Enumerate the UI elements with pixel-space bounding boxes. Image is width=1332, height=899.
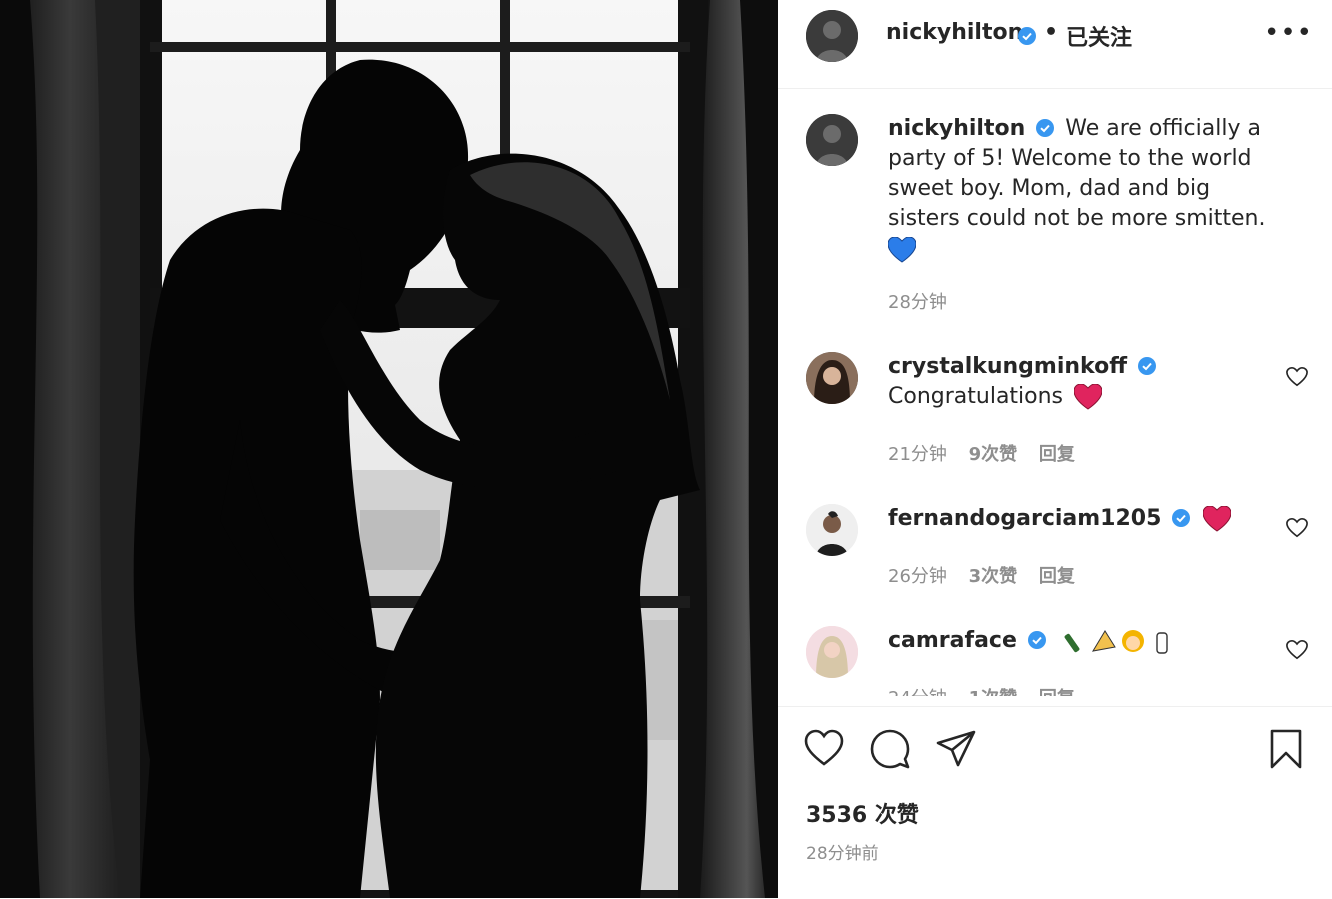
comment-avatar[interactable] <box>806 504 858 556</box>
caption-username[interactable]: nickyhilton <box>888 116 1025 141</box>
silhouette-photo <box>0 0 778 898</box>
comment-3: camraface <box>888 626 1179 656</box>
red-heart-icon <box>1074 384 1103 410</box>
post-side-panel: nickyhilton • 已关注 ••• nickyhilton We are… <box>778 0 1332 898</box>
author-avatar[interactable] <box>806 10 858 62</box>
instagram-post-view: nickyhilton • 已关注 ••• nickyhilton We are… <box>0 0 1332 898</box>
comment-2: fernandogarciam1205 <box>888 504 1232 534</box>
more-horizontal-icon: ••• <box>1264 18 1314 48</box>
comment-1-meta: 21分钟 9次赞 回复 <box>888 440 1091 466</box>
caption-time: 28分钟 <box>888 292 947 313</box>
comment-likes[interactable]: 9次赞 <box>969 444 1018 465</box>
red-heart-icon <box>1203 506 1232 532</box>
comment-username[interactable]: fernandogarciam1205 <box>888 506 1161 531</box>
header-separator: • <box>1044 20 1059 45</box>
save-bookmark-icon[interactable] <box>1266 729 1306 769</box>
comment-reply-button[interactable]: 回复 <box>1039 688 1075 696</box>
comment-username[interactable]: crystalkungminkoff <box>888 354 1127 379</box>
like-comment-heart-icon[interactable] <box>1286 366 1308 388</box>
comment-avatar[interactable] <box>806 352 858 404</box>
comment-3-meta: 24分钟 1次赞 回复 <box>888 684 1091 696</box>
comment-bubble-icon[interactable] <box>870 729 910 769</box>
comment-time: 26分钟 <box>888 566 947 587</box>
follow-status-button[interactable]: 已关注 <box>1066 20 1132 52</box>
like-heart-icon[interactable] <box>804 729 844 769</box>
comment-1: crystalkungminkoff Congratulations <box>888 352 1157 412</box>
caption-meta: 28分钟 <box>888 288 963 314</box>
verified-badge-icon <box>1036 119 1055 137</box>
verified-badge-icon <box>1027 631 1046 649</box>
comment-username[interactable]: camraface <box>888 628 1017 653</box>
verified-badge-icon <box>1172 509 1191 527</box>
blue-heart-icon <box>888 237 916 263</box>
comment-reply-button[interactable]: 回复 <box>1039 566 1075 587</box>
share-paper-plane-icon[interactable] <box>936 729 976 769</box>
comment-avatar[interactable] <box>806 626 858 678</box>
more-options-button[interactable]: ••• <box>1264 20 1312 50</box>
verified-badge-icon <box>1018 27 1036 45</box>
post-time-ago: 28分钟前 <box>806 844 879 864</box>
post-likes-count[interactable]: 3536 次赞 <box>806 797 919 829</box>
comment-likes[interactable]: 1次赞 <box>969 688 1018 696</box>
like-comment-heart-icon[interactable] <box>1286 639 1308 661</box>
post-actions-bar: 3536 次赞 28分钟前 <box>778 706 1332 899</box>
comment-time: 21分钟 <box>888 444 947 465</box>
like-comment-heart-icon[interactable] <box>1286 517 1308 539</box>
comment-likes[interactable]: 3次赞 <box>969 566 1018 587</box>
comment-reply-button[interactable]: 回复 <box>1039 444 1075 465</box>
post-header: nickyhilton • 已关注 ••• <box>778 0 1332 89</box>
champagne-party-woman-bottle-icons <box>1064 630 1168 654</box>
author-username[interactable]: nickyhilton <box>886 20 1023 45</box>
comment-2-meta: 26分钟 3次赞 回复 <box>888 562 1091 588</box>
post-photo[interactable] <box>0 0 778 898</box>
verified-badge-icon <box>1138 357 1157 375</box>
caption-author-avatar[interactable] <box>806 114 858 166</box>
comment-text: Congratulations <box>888 384 1064 409</box>
post-caption: nickyhilton We are officially a party of… <box>888 114 1278 264</box>
comment-time: 24分钟 <box>888 688 947 696</box>
